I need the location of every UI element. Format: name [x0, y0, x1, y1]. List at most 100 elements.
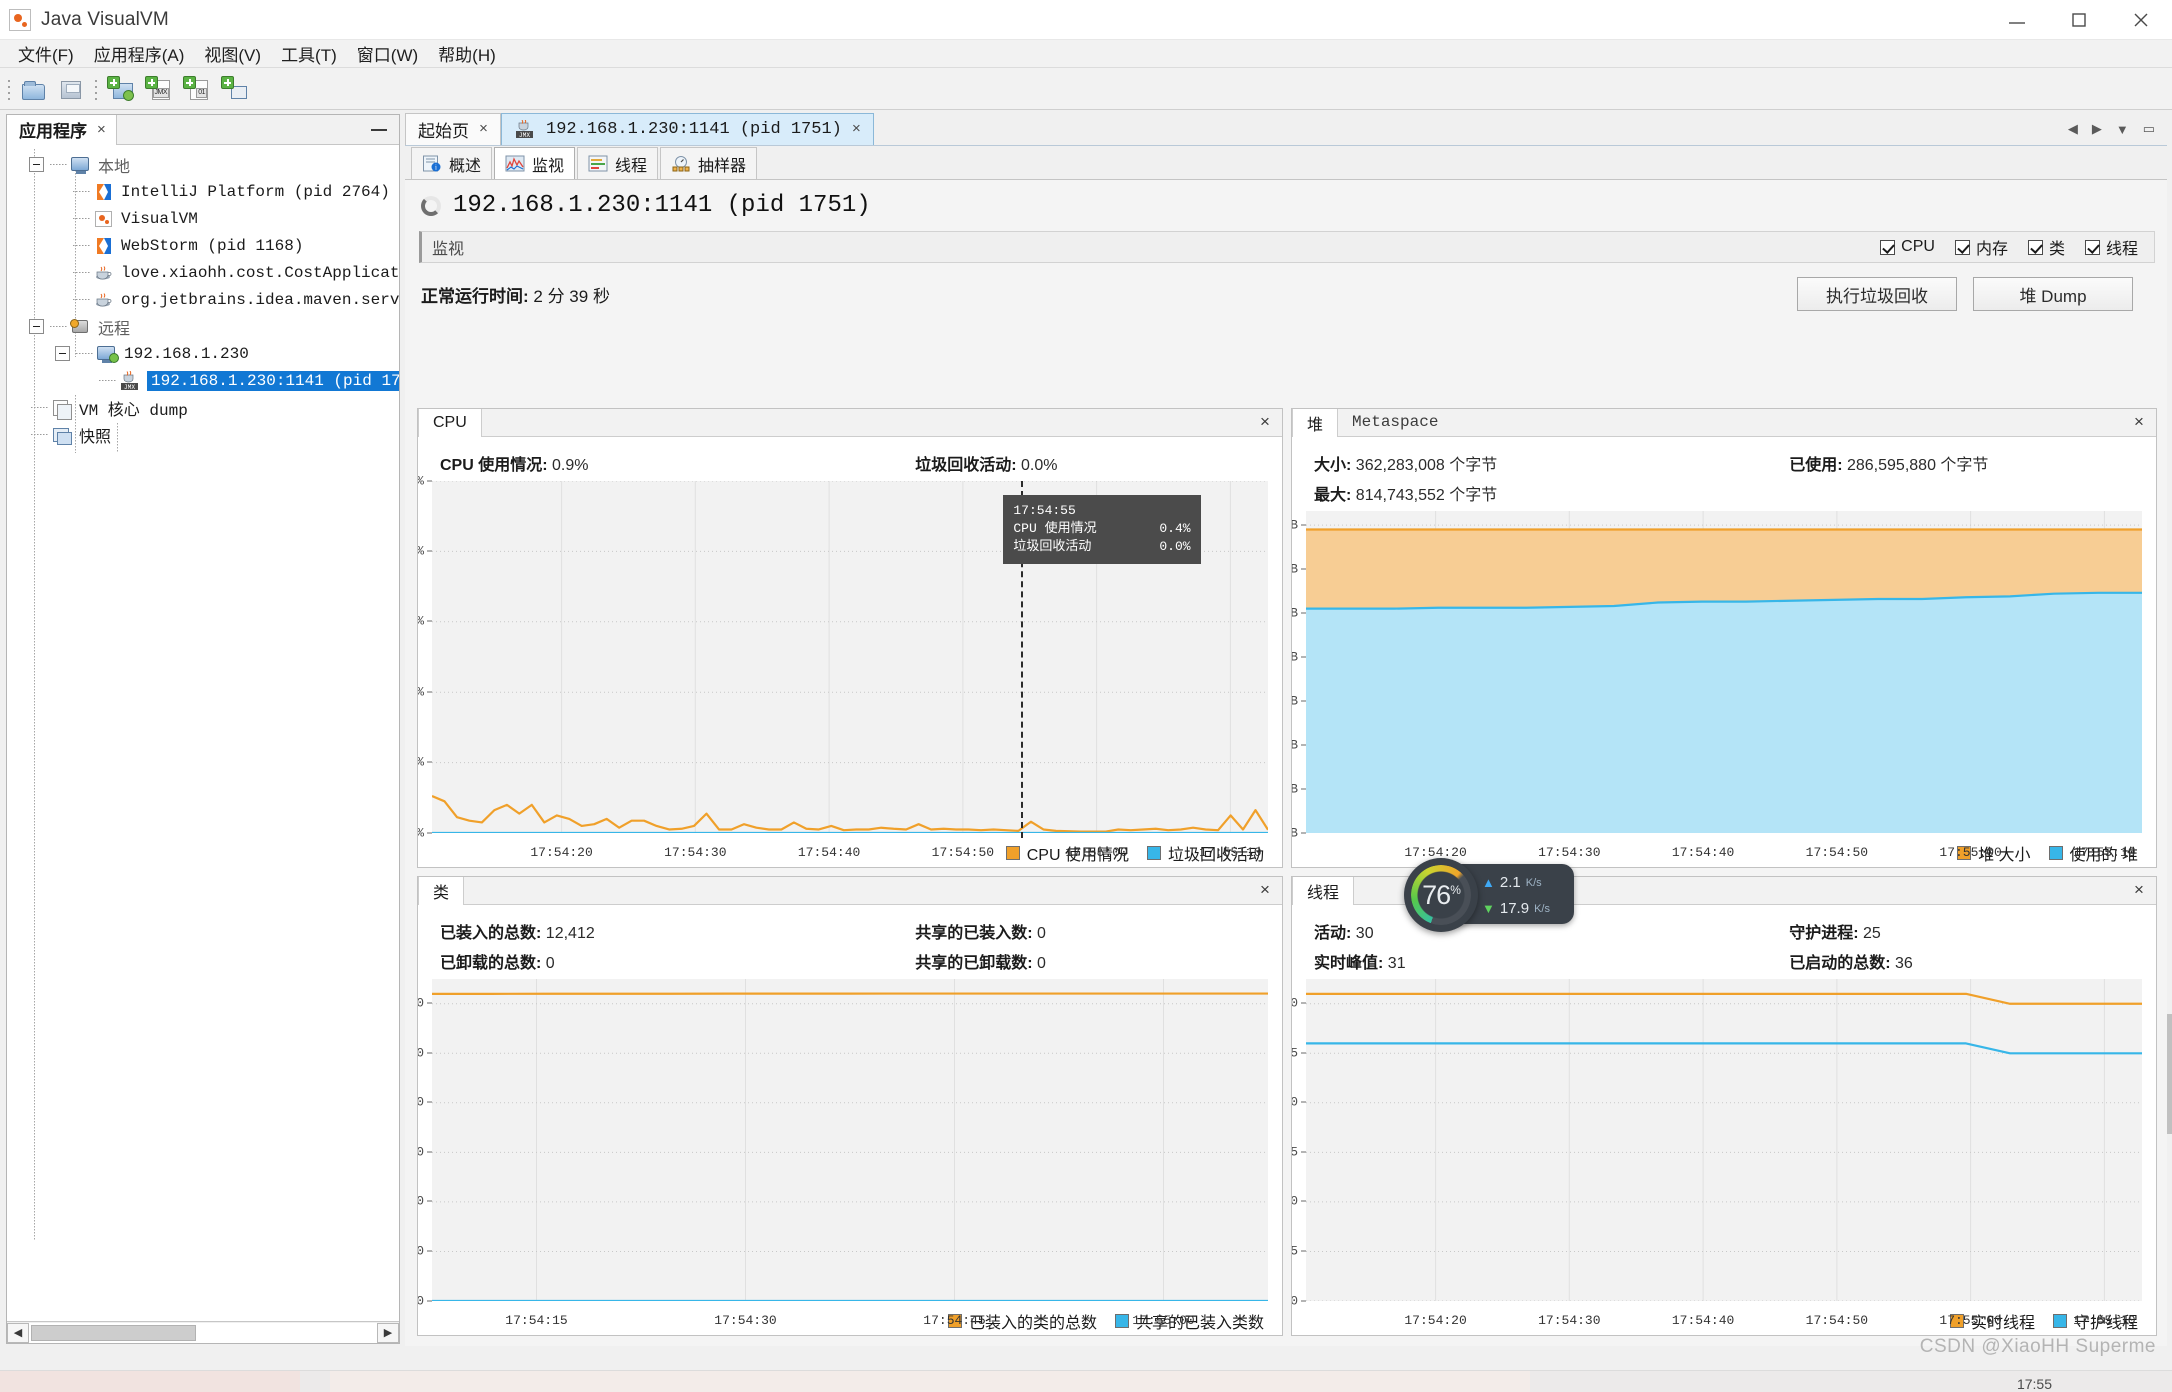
expander-icon[interactable] [55, 346, 70, 361]
taskbar-clock: 17:55 [2017, 1376, 2052, 1392]
scroll-left-icon[interactable]: ◀ [7, 1323, 29, 1343]
tree-connector [71, 292, 93, 307]
add-jmx-connection-button[interactable]: JMX [143, 73, 175, 105]
load-snapshot-button[interactable]: 01 [181, 73, 213, 105]
close-icon[interactable]: × [1248, 409, 1282, 436]
tab-prev-icon[interactable]: ◀ [2068, 121, 2078, 137]
applications-tree[interactable]: 本地 IntelliJ Platform (pid 2764) VisualVM [7, 145, 399, 1321]
close-icon[interactable]: × [2122, 409, 2156, 436]
taskbar-item-1[interactable] [0, 1371, 300, 1392]
add-remote-host-button[interactable] [105, 73, 137, 105]
stat-value: 362,283,008 个字节 [1356, 457, 1497, 474]
tree-connector [29, 427, 51, 442]
y-axis-tick [1301, 744, 1306, 745]
menu-view[interactable]: 视图(V) [194, 39, 271, 68]
menu-applications[interactable]: 应用程序(A) [84, 39, 195, 68]
sidebar-horizontal-scrollbar[interactable]: ◀ ▶ [7, 1321, 399, 1343]
tree-connector [29, 400, 51, 415]
close-icon[interactable]: × [97, 121, 106, 138]
main-vertical-scrollbar[interactable] [2167, 114, 2172, 1344]
toolbar-grip-2[interactable] [93, 76, 100, 102]
checkbox-cpu[interactable]: CPU [1880, 238, 1935, 256]
checkbox-threads[interactable]: 线程 [2085, 235, 2138, 259]
close-button[interactable] [2110, 0, 2172, 40]
monitor-page: 192.168.1.230:1141 (pid 1751) 监视 CPU 内存 [405, 180, 2167, 1346]
heap-plot[interactable]: 0 MB50 MB100 MB150 MB200 MB250 MB300 MB3… [1306, 511, 2142, 838]
network-speed-widget[interactable]: ▲ 2.1 K/s ▼ 17.9 K/s 76% [1404, 858, 1576, 930]
expander-icon[interactable] [29, 157, 44, 172]
heap-tab[interactable]: 堆 [1292, 409, 1338, 437]
tree-node-snapshots[interactable]: 快照 [13, 421, 399, 448]
tab-overview[interactable]: i 概述 [411, 147, 492, 179]
charts-grid: CPU × CPU 使用情况: 0.9% 垃圾回收活动: 0.0% 0%2 [417, 408, 2157, 1336]
tab-next-icon[interactable]: ▶ [2092, 121, 2102, 137]
taskbar-item-3[interactable] [330, 1371, 1530, 1392]
save-button[interactable] [56, 73, 88, 105]
x-axis-label: 17:54:30 [714, 1306, 776, 1328]
perform-gc-button[interactable]: 执行垃圾回收 [1797, 277, 1957, 311]
metaspace-tab[interactable]: Metaspace [1338, 409, 1452, 436]
checkbox-box[interactable] [1955, 240, 1970, 255]
menu-tools[interactable]: 工具(T) [271, 39, 347, 68]
x-axis-label: 17:54:50 [1806, 1306, 1868, 1328]
tab-applications[interactable]: 应用程序 × [7, 115, 117, 145]
tree-connector [71, 211, 93, 226]
scrollbar-track[interactable] [29, 1323, 377, 1343]
coredump-icon [51, 398, 73, 418]
threads-plot[interactable]: 05101520253017:54:2017:54:3017:54:4017:5… [1306, 979, 2142, 1306]
scroll-right-icon[interactable]: ▶ [377, 1323, 399, 1343]
tree-node-local[interactable]: 本地 [13, 151, 399, 178]
checkbox-box[interactable] [2085, 240, 2100, 255]
checkbox-memory[interactable]: 内存 [1955, 235, 2008, 259]
tree-node-webstorm[interactable]: WebStorm (pid 1168) [13, 232, 399, 259]
x-axis-label: 17:54:15 [505, 1306, 567, 1328]
checkbox-box[interactable] [2028, 240, 2043, 255]
cpu-plot[interactable]: 0%20%40%60%80%100%17:54:2017:54:3017:54:… [432, 481, 1268, 838]
maximize-button[interactable] [2048, 0, 2110, 40]
tree-node-remote[interactable]: 远程 [13, 313, 399, 340]
open-file-button[interactable] [18, 73, 50, 105]
svg-text:JMX: JMX [124, 383, 135, 390]
classes-plot[interactable]: 02,0004,0006,0008,00010,00012,00017:54:1… [432, 979, 1268, 1306]
close-icon[interactable]: × [2122, 877, 2156, 904]
tree-node-vm-coredump[interactable]: VM 核心 dump [13, 394, 399, 421]
menu-help[interactable]: 帮助(H) [428, 39, 506, 68]
tab-maximize-icon[interactable]: ▭ [2143, 121, 2155, 137]
tree-node-visualvm[interactable]: VisualVM [13, 205, 399, 232]
heap-used-stat: 已使用: 286,595,880 个字节 [1767, 451, 2156, 475]
add-vm-coredump-button[interactable] [219, 73, 251, 105]
scrollbar-thumb[interactable] [31, 1325, 196, 1341]
menu-window[interactable]: 窗口(W) [347, 39, 428, 68]
tab-list-icon[interactable]: ▼ [2116, 122, 2129, 137]
chart-tooltip: 17:54:55CPU 使用情况0.4%垃圾回收活动0.0% [1003, 495, 1200, 564]
y-axis-tick [427, 1151, 432, 1152]
threads-peak-stat: 实时峰值: 31 [1292, 949, 1767, 973]
tree-node-intellij[interactable]: IntelliJ Platform (pid 2764) [13, 178, 399, 205]
expander-icon[interactable] [29, 319, 44, 334]
taskbar-item-4 [1530, 1371, 2172, 1392]
tab-monitor[interactable]: 监视 [494, 147, 575, 179]
close-icon[interactable]: × [1248, 877, 1282, 904]
tree-node-host-230[interactable]: 192.168.1.230 [13, 340, 399, 367]
tab-jmx-connection[interactable]: JMX 192.168.1.230:1141 (pid 1751) × [501, 113, 874, 145]
tab-start-page[interactable]: 起始页 × [405, 113, 501, 145]
close-icon[interactable]: × [479, 121, 488, 138]
toolbar-grip[interactable] [6, 76, 13, 102]
minimize-button[interactable] [1986, 0, 2048, 40]
tab-sampler[interactable]: 抽样器 [660, 147, 757, 179]
minimize-icon[interactable] [371, 129, 387, 131]
scrollbar-thumb[interactable] [2167, 1014, 2172, 1134]
checkbox-box[interactable] [1880, 240, 1895, 255]
svg-text:JMX: JMX [519, 131, 530, 138]
legend-swatch [1006, 846, 1020, 860]
tree-node-cost-application[interactable]: love.xiaohh.cost.CostApplication ( [13, 259, 399, 286]
close-icon[interactable]: × [852, 121, 861, 138]
checkbox-classes[interactable]: 类 [2028, 235, 2065, 259]
stat-label: 实时峰值: [1314, 955, 1383, 972]
heap-dump-button[interactable]: 堆 Dump [1973, 277, 2133, 311]
cpu-usage-gauge[interactable]: 76% [1404, 858, 1478, 932]
tree-node-maven-server[interactable]: org.jetbrains.idea.maven.server.Re [13, 286, 399, 313]
menu-file[interactable]: 文件(F) [8, 39, 84, 68]
tree-node-jmx-1141[interactable]: JMX 192.168.1.230:1141 (pid 1751) [13, 367, 399, 394]
tab-threads[interactable]: 线程 [577, 147, 658, 179]
